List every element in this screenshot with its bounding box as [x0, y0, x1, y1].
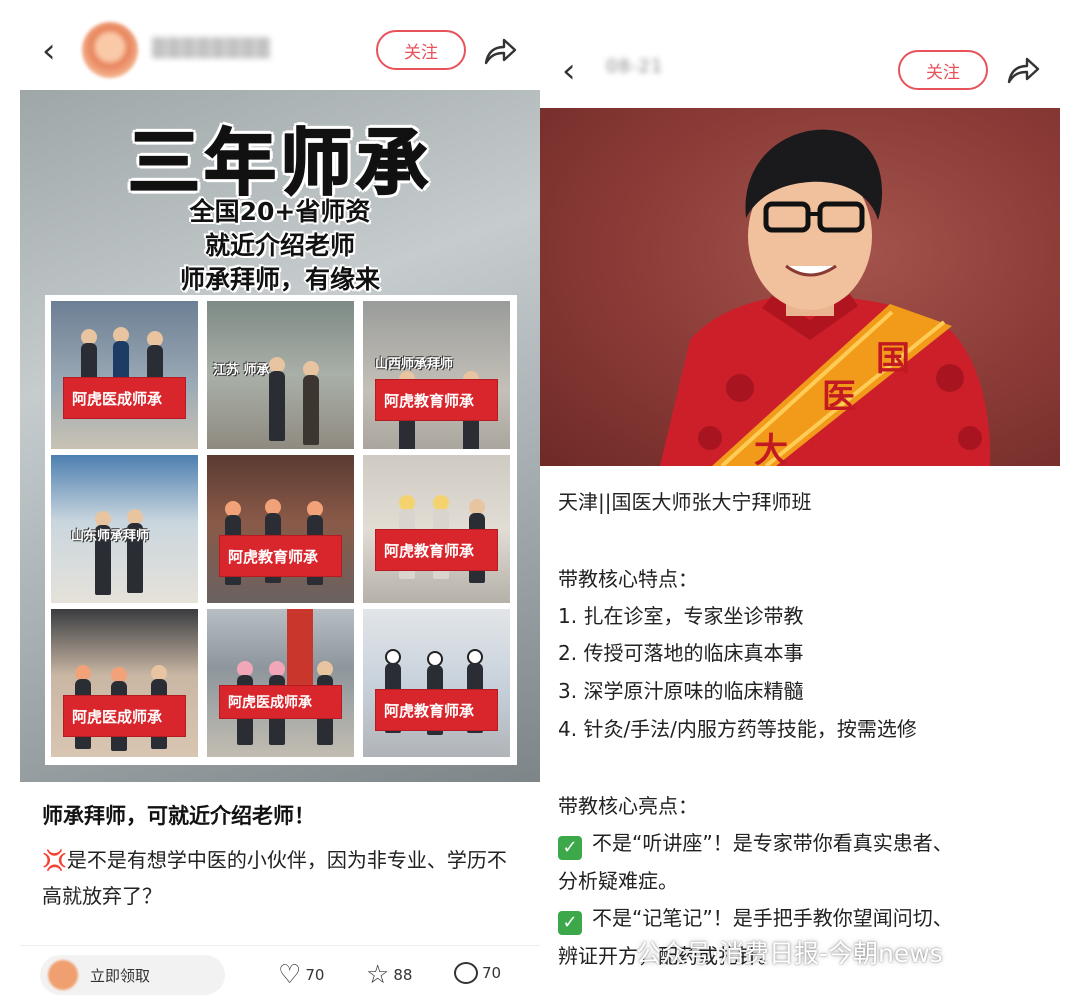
comment-icon — [454, 962, 478, 984]
grid-photo: 阿虎医成师承 — [51, 609, 198, 757]
banner: 阿虎医成师承 — [219, 685, 342, 719]
banner: 阿虎教育师承 — [375, 379, 498, 421]
grid-photo: 阿虎医成师承 — [51, 301, 198, 449]
check-icon: ✓ — [558, 910, 582, 935]
pill-avatar — [48, 960, 78, 990]
poster-line-3: 师承拜师，有缘来 — [179, 265, 380, 294]
highlight-item: ✓ 不是“听讲座”！是专家带你看真实患者、 — [558, 827, 953, 860]
post-time: 08-21 — [606, 56, 664, 77]
feature-item: 1. 扎在诊室，专家坐诊带教 — [558, 604, 804, 628]
portrait-illustration: 国 医 大 — [660, 129, 991, 466]
banner: 阿虎教育师承 — [375, 689, 498, 731]
comment-count: 70 — [482, 964, 502, 982]
star-icon: ☆ — [366, 960, 390, 990]
banner: 阿虎医成师承 — [63, 695, 186, 737]
like-button[interactable]: ♡ 70 — [278, 962, 324, 988]
grid-photo: 江苏 师承 — [207, 301, 354, 449]
collect-button[interactable]: ☆ 88 — [366, 962, 412, 988]
pill-label: 立即领取 — [90, 966, 151, 985]
sash-char-3: 大 — [754, 431, 788, 466]
feature-item: 4. 针灸/手法/内服方药等技能，按需选修 — [558, 717, 917, 741]
like-count: 70 — [305, 966, 325, 984]
grid-photo: 阿虎教育师承 — [207, 455, 354, 603]
post-image[interactable]: 三年师承 全国20+省师资 就近介绍老师 师承拜师，有缘来 阿虎医成师承 江苏 … — [20, 90, 540, 782]
share-icon[interactable] — [483, 36, 517, 66]
feature-item: 3. 深学原汁原味的临床精髓 — [558, 679, 804, 703]
share-icon[interactable] — [1006, 55, 1040, 85]
photo-grid: 阿虎医成师承 江苏 师承 山西师承拜师 阿虎教育师承 山东师承拜师 阿虎教育师承… — [45, 295, 517, 765]
poster-line-2: 就近介绍老师 — [204, 231, 355, 260]
grid-caption: 山东师承拜师 — [71, 529, 150, 544]
banner: 阿虎教育师承 — [375, 529, 498, 571]
back-chevron-icon[interactable]: ‹ — [42, 34, 56, 68]
post-body-text: 是不是有想学中医的小伙伴，因为非专业、学历不高就放弃了？ — [42, 848, 507, 908]
features-heading: 带教核心特点： — [558, 567, 698, 591]
grid-photo: 山东师承拜师 — [51, 455, 198, 603]
post-title: 天津||国医大师张大宁拜师班 — [558, 490, 812, 514]
post-photo[interactable]: 国 医 大 — [540, 108, 1060, 466]
heart-icon: ♡ — [278, 960, 302, 990]
back-chevron-icon[interactable]: ‹ — [562, 54, 576, 88]
claim-pill-button[interactable]: 立即领取 — [40, 955, 225, 995]
highlight-item: ✓ 不是“记笔记”！是手把手教你望闻问切、 — [558, 902, 953, 935]
highlights-heading: 带教核心亮点： — [558, 794, 698, 818]
collect-count: 88 — [393, 966, 413, 984]
grid-photo: 阿虎教育师承 — [363, 609, 510, 757]
grid-caption: 山西师承拜师 — [375, 357, 454, 372]
username[interactable]: ▒▒▒▒▒▒▒▒ — [152, 38, 271, 59]
highlight-item-cont: 分析疑难症。 — [558, 869, 678, 893]
grid-photo: 山西师承拜师 阿虎教育师承 — [363, 301, 510, 449]
sash-char-2: 医 — [822, 377, 856, 417]
avatar[interactable] — [82, 22, 138, 78]
banner: 阿虎教育师承 — [219, 535, 342, 577]
grid-caption: 江苏 师承 — [213, 363, 270, 378]
sash-char-1: 国 — [876, 339, 910, 379]
watermark: 公众号·消费日报-今朝news — [636, 939, 943, 968]
poster-line-1: 全国20+省师资 — [189, 197, 371, 226]
grid-photo: 阿虎医成师承 — [207, 609, 354, 757]
anger-icon: 💢 — [42, 848, 67, 872]
grid-photo: 阿虎教育师承 — [363, 455, 510, 603]
check-icon: ✓ — [558, 835, 582, 860]
comment-button[interactable]: 70 — [454, 962, 501, 984]
post-title: 师承拜师，可就近介绍老师！ — [42, 804, 315, 828]
post-body: 💢是不是有想学中医的小伙伴，因为非专业、学历不高就放弃了？ — [42, 842, 522, 914]
banner: 阿虎医成师承 — [63, 377, 186, 419]
follow-button[interactable]: 关注 — [376, 30, 466, 70]
feature-item: 2. 传授可落地的临床真本事 — [558, 641, 804, 665]
follow-button[interactable]: 关注 — [898, 50, 988, 90]
